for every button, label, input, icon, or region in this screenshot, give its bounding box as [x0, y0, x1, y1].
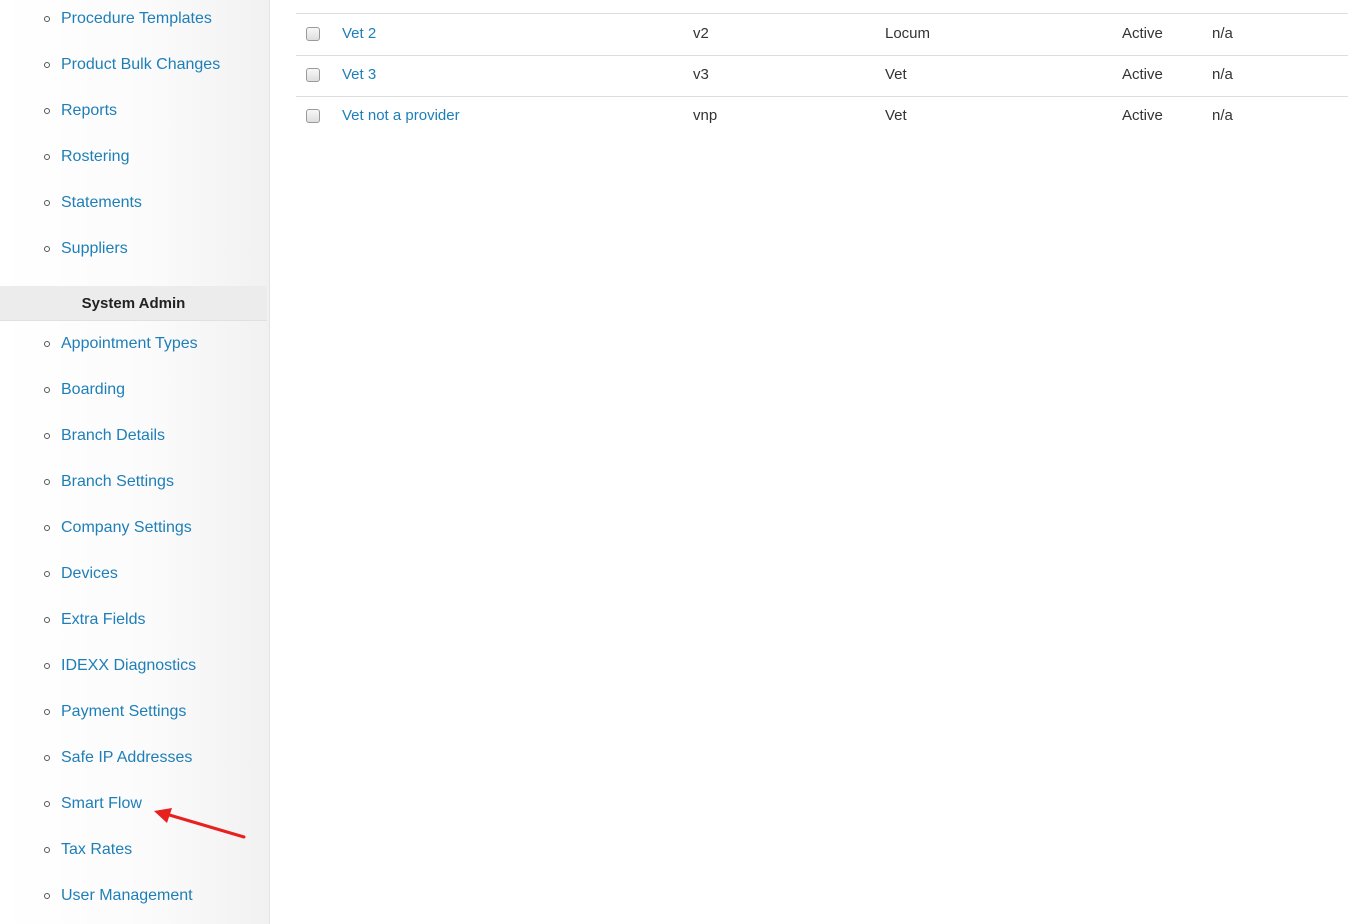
- bullet-icon: [44, 571, 50, 577]
- sidebar-item-label[interactable]: Safe IP Addresses: [61, 749, 192, 767]
- sidebar-item-boarding[interactable]: Boarding: [0, 367, 269, 413]
- row-type: Vet: [885, 107, 907, 124]
- bullet-icon: [44, 16, 50, 22]
- row-type: Locum: [885, 25, 931, 42]
- sidebar-item-label[interactable]: Smart Flow: [61, 795, 142, 813]
- sidebar-item-branch-settings[interactable]: Branch Settings: [0, 459, 269, 505]
- bullet-icon: [44, 433, 50, 439]
- sidebar-item-label[interactable]: Devices: [61, 565, 118, 583]
- sidebar-item-rostering[interactable]: Rostering: [0, 134, 269, 180]
- row-code: vnp: [693, 107, 718, 124]
- sidebar-item-statements[interactable]: Statements: [0, 180, 269, 226]
- sidebar-item-label[interactable]: Suppliers: [61, 240, 128, 258]
- row-name-link[interactable]: Vet not a provider: [342, 96, 460, 136]
- bullet-icon: [44, 341, 50, 347]
- sidebar-item-branch-details[interactable]: Branch Details: [0, 413, 269, 459]
- bullet-icon: [44, 479, 50, 485]
- sidebar-item-label[interactable]: Payment Settings: [61, 703, 186, 721]
- bullet-icon: [44, 62, 50, 68]
- row-code: v3: [693, 66, 709, 83]
- bullet-icon: [44, 154, 50, 160]
- sidebar-item-company-settings[interactable]: Company Settings: [0, 505, 269, 551]
- sidebar: Procedure Templates Product Bulk Changes…: [0, 0, 270, 924]
- sidebar-item-label[interactable]: Branch Settings: [61, 473, 174, 491]
- sidebar-item-label[interactable]: Tax Rates: [61, 841, 132, 859]
- sidebar-item-label[interactable]: Branch Details: [61, 427, 165, 445]
- section-header-system-admin: System Admin: [0, 286, 267, 321]
- sidebar-item-label[interactable]: User Management: [61, 887, 193, 905]
- table-row: Vet not a provider vnp Vet Active n/a: [296, 96, 1348, 137]
- sidebar-item-safe-ip-addresses[interactable]: Safe IP Addresses: [0, 735, 269, 781]
- sidebar-item-suppliers[interactable]: Suppliers: [0, 226, 269, 272]
- sidebar-item-label[interactable]: Company Settings: [61, 519, 192, 537]
- bullet-icon: [44, 617, 50, 623]
- row-name-link[interactable]: Vet 2: [342, 14, 376, 54]
- sidebar-item-product-bulk-changes[interactable]: Product Bulk Changes: [0, 42, 269, 88]
- table-row: Vet 2 v2 Locum Active n/a: [296, 14, 1348, 56]
- bullet-icon: [44, 801, 50, 807]
- main-content: Vet 2 v2 Locum Active n/a Vet 3 v3 Vet A…: [271, 0, 1361, 924]
- row-status: Active: [1122, 66, 1163, 83]
- sidebar-item-label[interactable]: Reports: [61, 102, 117, 120]
- bullet-icon: [44, 847, 50, 853]
- sidebar-item-appointment-types[interactable]: Appointment Types: [0, 321, 269, 367]
- row-checkbox[interactable]: [306, 109, 320, 123]
- row-extra: n/a: [1212, 107, 1233, 124]
- sidebar-item-reports[interactable]: Reports: [0, 88, 269, 134]
- bullet-icon: [44, 525, 50, 531]
- sidebar-item-label[interactable]: Statements: [61, 194, 142, 212]
- bullet-icon: [44, 246, 50, 252]
- bullet-icon: [44, 893, 50, 899]
- sidebar-item-label[interactable]: Product Bulk Changes: [61, 56, 220, 74]
- row-checkbox[interactable]: [306, 68, 320, 82]
- row-extra: n/a: [1212, 66, 1233, 83]
- sidebar-item-extra-fields[interactable]: Extra Fields: [0, 597, 269, 643]
- row-status: Active: [1122, 107, 1163, 124]
- row-status: Active: [1122, 25, 1163, 42]
- sidebar-item-label[interactable]: Appointment Types: [61, 335, 198, 353]
- row-checkbox[interactable]: [306, 27, 320, 41]
- bullet-icon: [44, 108, 50, 114]
- sidebar-item-label[interactable]: Procedure Templates: [61, 10, 212, 28]
- bullet-icon: [44, 663, 50, 669]
- sidebar-item-devices[interactable]: Devices: [0, 551, 269, 597]
- sidebar-item-label[interactable]: Rostering: [61, 148, 129, 166]
- row-type: Vet: [885, 66, 907, 83]
- sidebar-item-label[interactable]: IDEXX Diagnostics: [61, 657, 196, 675]
- sidebar-item-idexx-diagnostics[interactable]: IDEXX Diagnostics: [0, 643, 269, 689]
- bullet-icon: [44, 755, 50, 761]
- row-name-link[interactable]: Vet 3: [342, 55, 376, 95]
- annotation-arrow-icon: [154, 808, 246, 839]
- row-extra: n/a: [1212, 25, 1233, 42]
- sidebar-item-procedure-templates[interactable]: Procedure Templates: [0, 0, 269, 42]
- bullet-icon: [44, 200, 50, 206]
- row-code: v2: [693, 25, 709, 42]
- bullet-icon: [44, 387, 50, 393]
- table-row: Vet 3 v3 Vet Active n/a: [296, 55, 1348, 97]
- sidebar-item-label[interactable]: Boarding: [61, 381, 125, 399]
- bullet-icon: [44, 709, 50, 715]
- sidebar-item-label[interactable]: Extra Fields: [61, 611, 145, 629]
- sidebar-item-user-management[interactable]: User Management: [0, 873, 269, 919]
- sidebar-item-payment-settings[interactable]: Payment Settings: [0, 689, 269, 735]
